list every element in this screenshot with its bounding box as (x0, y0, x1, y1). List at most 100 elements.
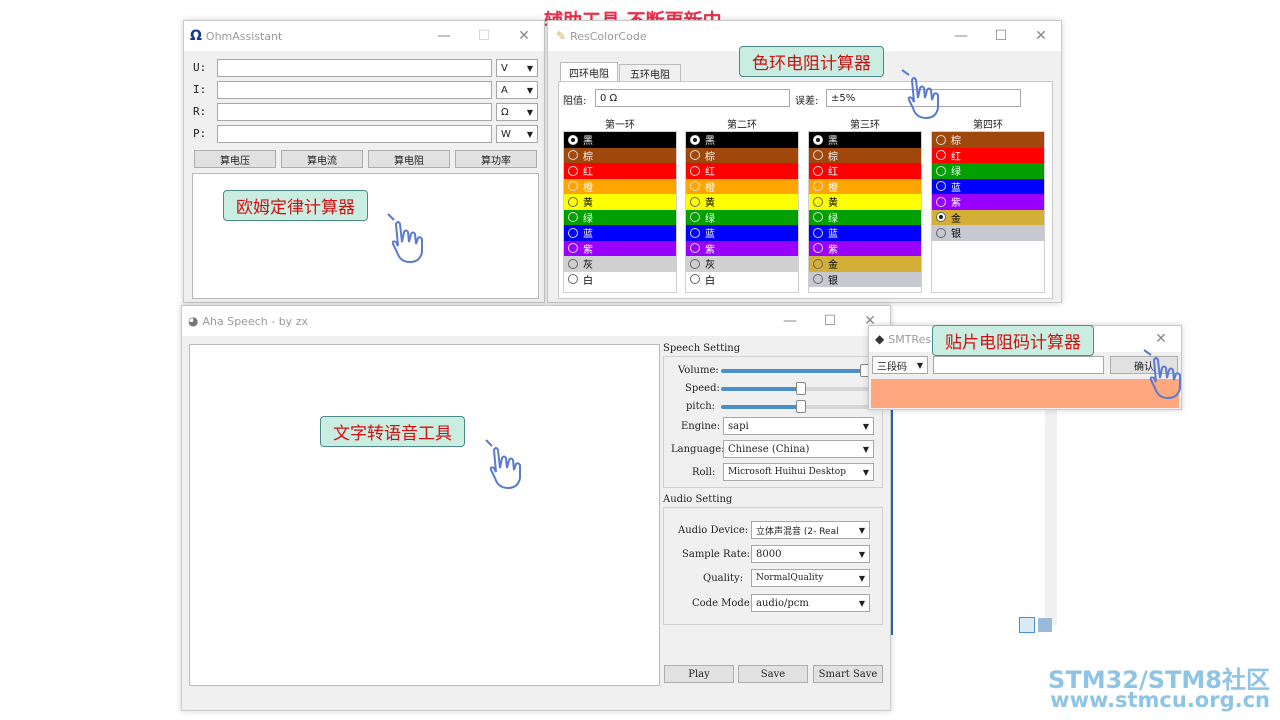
ohm-titlebar[interactable]: Ω OhmAssistant — ☐ ✕ (184, 21, 544, 51)
color-band-option[interactable]: 灰 (686, 256, 798, 272)
radio-button[interactable] (568, 165, 578, 176)
ohm-unit-select[interactable]: W ▼ (496, 125, 538, 143)
save-button[interactable]: Save (738, 665, 808, 683)
radio-button[interactable] (568, 212, 578, 223)
audio-device-select[interactable]: 立体声混音 (2- Real ▼ (751, 521, 870, 539)
radio-button[interactable] (568, 274, 578, 285)
color-band-option[interactable]: 黑 (564, 132, 676, 148)
ohm-calc-button[interactable]: 算功率 (455, 150, 537, 168)
color-band-option[interactable]: 绿 (686, 209, 798, 225)
ohm-value-input[interactable] (217, 125, 492, 143)
radio-button[interactable] (813, 196, 823, 207)
view-icon[interactable] (1038, 618, 1052, 632)
radio-button[interactable] (936, 134, 946, 145)
radio-button[interactable] (813, 274, 823, 285)
color-band-option[interactable]: 棕 (809, 147, 921, 163)
speed-slider[interactable] (721, 382, 881, 395)
color-band-option[interactable]: 白 (564, 271, 676, 287)
smt-mode-select[interactable]: 三段码 ▼ (872, 356, 928, 374)
radio-button[interactable] (690, 150, 700, 161)
radio-button[interactable] (690, 196, 700, 207)
ohm-value-input[interactable] (217, 59, 492, 77)
speech-text-area[interactable] (189, 344, 660, 686)
ohm-unit-select[interactable]: V ▼ (496, 59, 538, 77)
radio-button[interactable] (690, 165, 700, 176)
maximize-button[interactable]: ☐ (810, 306, 850, 336)
color-band-option[interactable]: 黑 (686, 132, 798, 148)
radio-button[interactable] (690, 134, 700, 145)
color-band-option[interactable]: 紫 (686, 240, 798, 256)
radio-button[interactable] (936, 150, 946, 161)
resistance-field[interactable]: 0 Ω (595, 89, 790, 107)
color-band-option[interactable]: 黄 (809, 194, 921, 210)
radio-button[interactable] (568, 243, 578, 254)
color-band-option[interactable]: 银 (932, 225, 1044, 241)
tab-five-band[interactable]: 五环电阻 (619, 64, 681, 82)
engine-select[interactable]: sapi ▼ (723, 417, 874, 435)
radio-button[interactable] (568, 134, 578, 145)
radio-button[interactable] (568, 150, 578, 161)
quality-select[interactable]: NormalQuality ▼ (751, 569, 870, 587)
volume-slider[interactable] (721, 364, 881, 377)
minimize-button[interactable]: — (941, 21, 981, 51)
color-band-option[interactable]: 红 (932, 147, 1044, 163)
radio-button[interactable] (690, 181, 700, 192)
close-button[interactable]: ✕ (504, 21, 544, 51)
color-band-option[interactable]: 橙 (564, 178, 676, 194)
color-band-option[interactable]: 棕 (564, 147, 676, 163)
roll-select[interactable]: Microsoft Huihui Desktop ▼ (723, 463, 874, 481)
radio-button[interactable] (568, 181, 578, 192)
close-button[interactable]: ✕ (1021, 21, 1061, 51)
radio-button[interactable] (813, 227, 823, 238)
color-band-option[interactable]: 橙 (686, 178, 798, 194)
ohm-calc-button[interactable]: 算电流 (281, 150, 363, 168)
radio-button[interactable] (690, 227, 700, 238)
radio-button[interactable] (813, 134, 823, 145)
color-band-option[interactable]: 白 (686, 271, 798, 287)
color-band-option[interactable]: 银 (809, 271, 921, 287)
ohm-calc-button[interactable]: 算电阻 (368, 150, 450, 168)
color-band-option[interactable]: 黄 (564, 194, 676, 210)
radio-button[interactable] (936, 196, 946, 207)
color-band-option[interactable]: 金 (809, 256, 921, 272)
color-band-option[interactable]: 红 (809, 163, 921, 179)
color-band-option[interactable]: 棕 (686, 147, 798, 163)
minimize-button[interactable]: — (770, 306, 810, 336)
color-band-option[interactable]: 绿 (932, 163, 1044, 179)
pitch-slider[interactable] (721, 400, 881, 413)
minimize-button[interactable]: — (424, 21, 464, 51)
view-icon[interactable] (1019, 617, 1035, 633)
play-button[interactable]: Play (664, 665, 734, 683)
color-band-option[interactable]: 紫 (932, 194, 1044, 210)
radio-button[interactable] (813, 181, 823, 192)
color-band-option[interactable]: 棕 (932, 132, 1044, 148)
color-band-option[interactable]: 蓝 (809, 225, 921, 241)
color-band-option[interactable]: 紫 (564, 240, 676, 256)
radio-button[interactable] (813, 165, 823, 176)
scrollbar[interactable] (1045, 405, 1057, 625)
radio-button[interactable] (690, 212, 700, 223)
ohm-unit-select[interactable]: A ▼ (496, 81, 538, 99)
color-band-option[interactable]: 蓝 (932, 178, 1044, 194)
radio-button[interactable] (568, 258, 578, 269)
color-band-option[interactable]: 金 (932, 209, 1044, 225)
radio-button[interactable] (690, 274, 700, 285)
radio-button[interactable] (936, 165, 946, 176)
language-select[interactable]: Chinese (China) ▼ (723, 440, 874, 458)
speech-titlebar[interactable]: ◕ Aha Speech - by zx — ☐ ✕ (182, 306, 890, 336)
tab-four-band[interactable]: 四环电阻 (560, 62, 618, 82)
color-band-option[interactable]: 灰 (564, 256, 676, 272)
radio-button[interactable] (690, 243, 700, 254)
color-band-option[interactable]: 紫 (809, 240, 921, 256)
ohm-value-input[interactable] (217, 81, 492, 99)
radio-button[interactable] (936, 212, 946, 223)
color-band-option[interactable]: 红 (686, 163, 798, 179)
color-band-option[interactable]: 绿 (564, 209, 676, 225)
ohm-calc-button[interactable]: 算电压 (194, 150, 276, 168)
radio-button[interactable] (813, 258, 823, 269)
radio-button[interactable] (690, 258, 700, 269)
smt-code-input[interactable] (933, 356, 1104, 374)
radio-button[interactable] (568, 227, 578, 238)
maximize-button[interactable]: ☐ (464, 21, 504, 51)
color-band-option[interactable]: 橙 (809, 178, 921, 194)
